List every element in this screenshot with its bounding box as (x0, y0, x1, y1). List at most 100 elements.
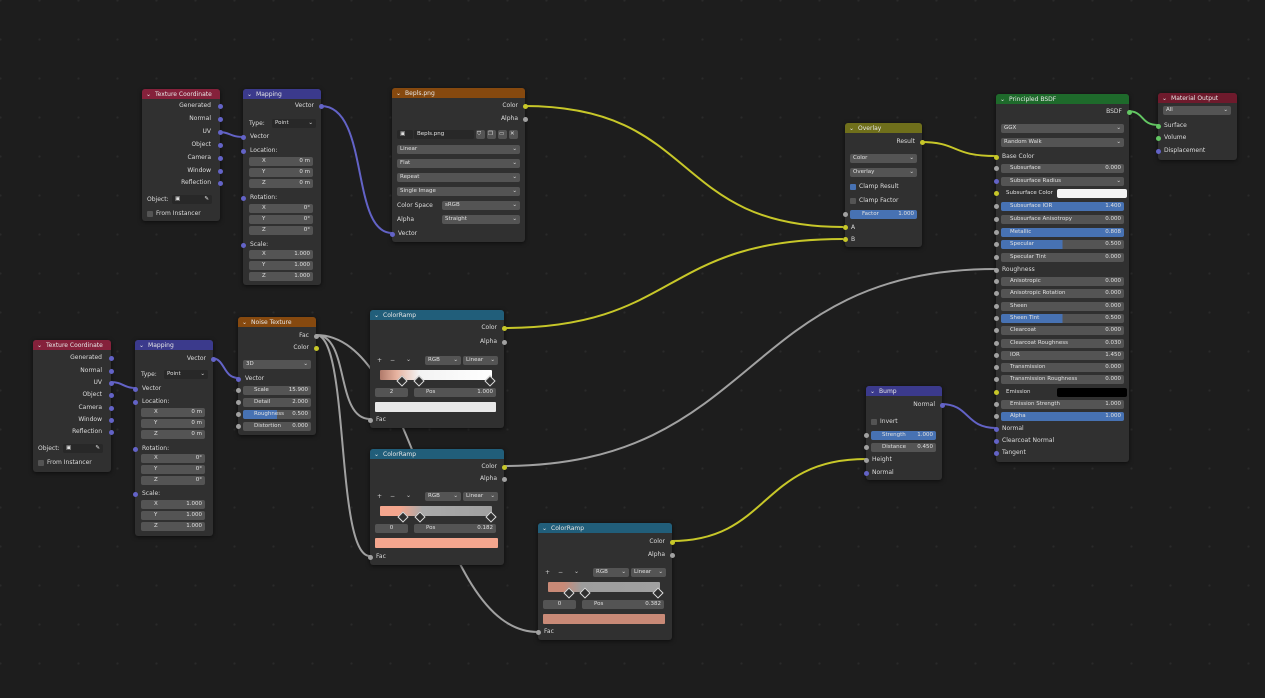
socket-fac-in[interactable] (536, 630, 541, 635)
image-name-field[interactable]: Bepls.png (414, 130, 474, 139)
location-z[interactable]: Z0 m (141, 430, 205, 439)
socket-reflection[interactable] (218, 181, 223, 186)
socket-tangent[interactable] (994, 451, 999, 456)
checkmark-icon[interactable] (850, 183, 856, 190)
socket-emission[interactable] (994, 389, 999, 395)
scale-field[interactable]: Scale 15.900 (243, 386, 311, 395)
input-specular-tint[interactable]: Specular Tint 0.000 (1001, 252, 1124, 262)
socket-normal[interactable] (218, 117, 223, 122)
input-emission[interactable]: Emission (1001, 387, 1127, 397)
extension-dropdown[interactable]: Repeat ⌄ (397, 173, 520, 182)
stop-position-field[interactable]: Pos 0.382 (582, 600, 664, 609)
color-swatch[interactable] (1057, 387, 1127, 397)
socket-ior[interactable] (994, 352, 999, 358)
node-header[interactable]: ⌄ Mapping (135, 340, 213, 350)
rotation-y[interactable]: Y 0° (249, 215, 313, 224)
image-browse-button[interactable]: ▣ (397, 130, 413, 139)
chevron-down-icon[interactable]: ⌄ (247, 91, 252, 98)
remove-stop-icon[interactable]: − (558, 569, 563, 576)
input-clearcoat-roughness[interactable]: Clearcoat Roughness 0.030 (1001, 338, 1124, 348)
distortion-field[interactable]: Distortion 0.000 (243, 422, 311, 431)
location-z[interactable]: Z0 m (249, 179, 313, 188)
texture-coordinate-node-2[interactable]: ⌄ Texture Coordinate Generated Normal UV … (33, 340, 114, 472)
image-texture-node[interactable]: ⌄ Bepls.png Color Alpha ▣ Bepls.png ⛉ ❐ ▭… (390, 88, 528, 242)
input-transmission[interactable]: Transmission 0.000 (1001, 363, 1124, 373)
distribution-dropdown[interactable]: GGX ⌄ (1001, 124, 1124, 133)
eyedropper-icon[interactable]: ✎ (95, 444, 100, 453)
socket-normal[interactable] (109, 369, 114, 374)
input-subsurface-radius[interactable]: Subsurface Radius ⌄ (1001, 176, 1124, 186)
socket-scale[interactable] (241, 243, 246, 248)
interpolation-dropdown[interactable]: Linear ⌄ (631, 568, 666, 577)
mix-overlay-node[interactable]: ⌄ Overlay Result Color ⌄ Overlay ⌄ Clamp Re… (843, 123, 925, 247)
socket-fac-in[interactable] (368, 418, 373, 423)
active-stop-index[interactable]: 0 (543, 600, 576, 609)
socket-camera[interactable] (109, 406, 114, 411)
socket-uv[interactable] (218, 130, 223, 135)
projection-dropdown[interactable]: Flat ⌄ (397, 159, 520, 168)
socket-rotation[interactable] (133, 447, 138, 452)
socket-alpha[interactable] (994, 414, 999, 420)
socket-vector-in[interactable] (390, 232, 395, 237)
input-subsurface-ior[interactable]: Subsurface IOR 1.400 (1001, 202, 1124, 212)
clamp-result-checkbox[interactable]: Clamp Result (850, 182, 899, 191)
color-ramp-gradient[interactable] (380, 506, 492, 516)
material-output-node[interactable]: ⌄ Material Output All ⌄ Surface Volume Dis… (1156, 93, 1237, 160)
stop-color-swatch[interactable] (375, 538, 498, 548)
socket-strength-in[interactable] (864, 433, 869, 438)
input-anisotropic-rotation[interactable]: Anisotropic Rotation 0.000 (1001, 289, 1124, 299)
chevron-down-icon[interactable]: ⌄ (146, 91, 151, 98)
factor-slider[interactable]: Factor 1.000 (850, 210, 917, 219)
active-stop-index[interactable]: 0 (375, 524, 408, 533)
socket-subsurface-radius[interactable] (994, 178, 999, 184)
checkbox-icon[interactable] (38, 459, 44, 466)
location-x[interactable]: X0 m (141, 408, 205, 417)
type-dropdown[interactable]: Point ⌄ (272, 119, 316, 128)
node-header[interactable]: ⌄ Texture Coordinate (142, 89, 220, 99)
mapping-node[interactable]: ⌄ Mapping Vector Type: Point ⌄ Vector Loca… (241, 89, 324, 285)
chevron-down-icon[interactable]: ⌄ (242, 319, 247, 326)
chevron-down-icon[interactable]: ⌄ (406, 492, 411, 499)
chevron-down-icon[interactable]: ⌄ (574, 568, 579, 575)
input-sheen[interactable]: Sheen 0.000 (1001, 301, 1124, 311)
socket-clearcoat[interactable] (994, 328, 999, 334)
input-emission-strength[interactable]: Emission Strength 1.000 (1001, 400, 1124, 409)
chevron-down-icon[interactable]: ⌄ (396, 90, 401, 97)
chevron-down-icon[interactable]: ⌄ (1162, 95, 1167, 102)
remove-stop-icon[interactable]: − (390, 493, 395, 500)
add-stop-icon[interactable]: + (377, 493, 382, 500)
object-field[interactable]: ▣ ✎ (172, 195, 212, 204)
data-type-dropdown[interactable]: Color ⌄ (850, 154, 917, 163)
clamp-factor-checkbox[interactable]: Clamp Factor (850, 196, 898, 205)
close-icon[interactable]: ✕ (509, 130, 518, 139)
location-y[interactable]: Y0 m (249, 168, 313, 177)
node-header[interactable]: ⌄ ColorRamp (370, 310, 504, 320)
stop-color-swatch[interactable] (375, 402, 496, 412)
socket-window[interactable] (218, 169, 223, 174)
socket-color-out[interactable] (314, 346, 319, 351)
invert-checkbox[interactable]: Invert (871, 417, 898, 426)
remove-stop-icon[interactable]: − (390, 357, 395, 364)
socket-result-out[interactable] (920, 140, 925, 145)
input-anisotropic[interactable]: Anisotropic 0.000 (1001, 277, 1124, 286)
socket-a-in[interactable] (843, 225, 848, 230)
from-instancer-checkbox[interactable]: From Instancer (147, 209, 201, 218)
checkbox-icon[interactable] (871, 418, 877, 425)
rotation-x[interactable]: X 0° (249, 204, 313, 213)
socket-vector-out[interactable] (211, 357, 216, 362)
socket-window[interactable] (109, 418, 114, 423)
socket-vector-out[interactable] (319, 104, 324, 109)
socket-alpha-out[interactable] (502, 340, 507, 345)
socket-volume[interactable] (1156, 136, 1161, 141)
socket-rotation[interactable] (241, 196, 246, 201)
add-stop-icon[interactable]: + (377, 357, 382, 364)
roughness-slider[interactable]: Roughness 0.500 (243, 410, 311, 419)
socket-clearcoat-roughness[interactable] (994, 340, 999, 346)
scale-y[interactable]: Y 1.000 (249, 261, 313, 270)
socket-distortion-in[interactable] (236, 424, 241, 429)
detail-field[interactable]: Detail 2.000 (243, 398, 311, 407)
input-subsurface[interactable]: Subsurface 0.000 (1001, 164, 1124, 173)
socket-specular-tint[interactable] (994, 254, 999, 260)
color-ramp-node-1[interactable]: ⌄ ColorRamp Color Alpha + − ⌄ RGB ⌄ Linear… (368, 310, 507, 428)
socket-location[interactable] (133, 400, 138, 405)
